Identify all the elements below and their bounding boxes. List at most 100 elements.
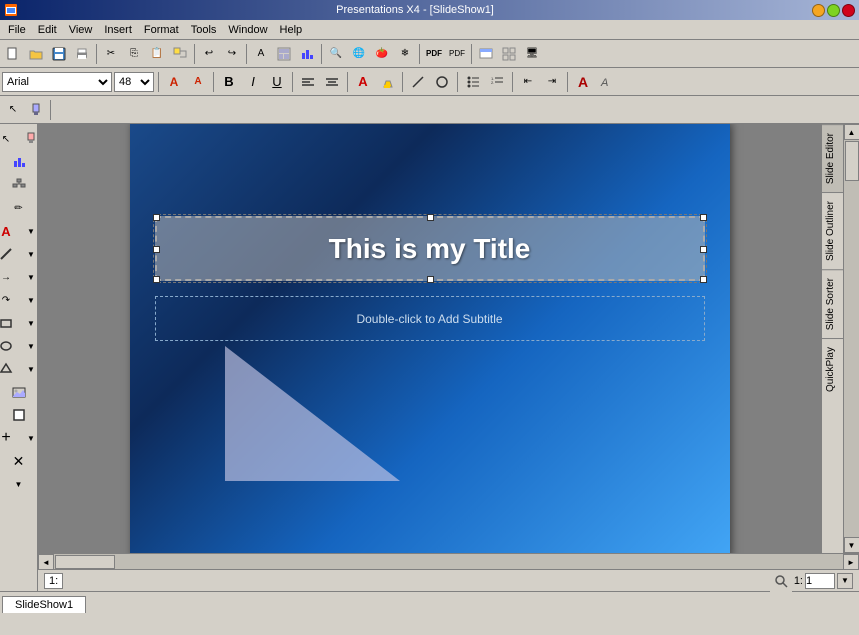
font-color-button[interactable]: A — [352, 71, 374, 93]
slideshow1-tab[interactable]: SlideShow1 — [2, 596, 86, 613]
paint-tool[interactable] — [19, 128, 38, 150]
paint-button[interactable] — [25, 99, 47, 121]
increase-indent-button[interactable]: ⇥ — [541, 71, 563, 93]
line-button[interactable] — [407, 71, 429, 93]
underline-button[interactable]: U — [266, 71, 288, 93]
polygon-tool[interactable] — [0, 358, 18, 380]
hscroll-right-arrow[interactable]: ► — [843, 554, 859, 570]
org-chart-tool[interactable] — [7, 174, 31, 196]
handle-top-mid[interactable] — [427, 214, 434, 221]
hscroll-thumb[interactable] — [55, 555, 115, 569]
handle-mid-left[interactable] — [153, 246, 160, 253]
cross-tool[interactable]: ✕ — [7, 450, 31, 472]
ellipse-tool[interactable] — [0, 335, 18, 357]
cut-button[interactable]: ✂ — [100, 43, 122, 65]
format-painter-button[interactable] — [169, 43, 191, 65]
font-shrink-button[interactable]: A — [187, 71, 209, 93]
menu-help[interactable]: Help — [274, 20, 309, 39]
handle-mid-right[interactable] — [700, 246, 707, 253]
undo-button[interactable]: ↩ — [198, 43, 220, 65]
font-grow-button[interactable]: A — [163, 71, 185, 93]
monitor-button[interactable]: 🖥 — [521, 43, 543, 65]
ellipse-options-tool[interactable]: ▼ — [19, 335, 38, 357]
maximize-button[interactable] — [827, 4, 840, 17]
redo-button[interactable]: ↪ — [221, 43, 243, 65]
line-options-tool[interactable]: ▼ — [19, 243, 38, 265]
bar-chart-tool[interactable] — [7, 151, 31, 173]
page-dropdown-arrow[interactable]: ▼ — [837, 573, 853, 589]
menu-format[interactable]: Format — [138, 20, 185, 39]
pdf-button[interactable]: PDF — [423, 43, 445, 65]
menu-view[interactable]: View — [63, 20, 99, 39]
slide-layout-button[interactable] — [273, 43, 295, 65]
copy-button[interactable]: ⎘ — [123, 43, 145, 65]
minimize-button[interactable] — [812, 4, 825, 17]
vertical-scrollbar[interactable]: ▲ ▼ — [843, 124, 859, 553]
scroll-track[interactable] — [844, 140, 859, 537]
arrow-right-tool[interactable]: → — [0, 266, 18, 288]
menu-tools[interactable]: Tools — [185, 20, 223, 39]
title-textbox[interactable]: This is my Title — [155, 216, 705, 281]
open-button[interactable] — [25, 43, 47, 65]
align-center-button[interactable] — [321, 71, 343, 93]
slide-editor-tab[interactable]: Slide Editor — [822, 124, 843, 192]
close-button[interactable] — [842, 4, 855, 17]
highlight-button[interactable] — [376, 71, 398, 93]
pencil-tool[interactable]: ✏ — [7, 197, 31, 219]
grid-button[interactable] — [498, 43, 520, 65]
chart-button[interactable] — [296, 43, 318, 65]
arrow-options-tool[interactable]: ▼ — [19, 266, 38, 288]
text-options-tool[interactable]: ▼ — [19, 220, 38, 242]
bold-button[interactable]: B — [218, 71, 240, 93]
white-rect-tool[interactable] — [7, 404, 31, 426]
scroll-up-arrow[interactable]: ▲ — [844, 124, 859, 140]
select-tool[interactable]: ↖ — [0, 128, 18, 150]
plus-tool[interactable]: + — [0, 427, 18, 449]
page-input[interactable] — [805, 573, 835, 589]
snowflake-button[interactable]: ❄ — [394, 43, 416, 65]
text-button[interactable]: A — [250, 43, 272, 65]
tomato-button[interactable]: 🍅 — [371, 43, 393, 65]
shape-button[interactable] — [431, 71, 453, 93]
image-tool[interactable] — [7, 381, 31, 403]
slide-outliner-tab[interactable]: Slide Outliner — [822, 192, 843, 269]
curved-arrow-tool[interactable]: ↷ — [0, 289, 18, 311]
handle-bot-left[interactable] — [153, 276, 160, 283]
hscroll-left-arrow[interactable]: ◄ — [38, 554, 54, 570]
scroll-down-arrow[interactable]: ▼ — [844, 537, 859, 553]
hscroll-track[interactable] — [54, 554, 843, 570]
print-button[interactable] — [71, 43, 93, 65]
window-controls[interactable] — [812, 4, 855, 17]
quickplay-tab[interactable]: QuickPlay — [822, 338, 843, 400]
italic-button[interactable]: I — [242, 71, 264, 93]
decrease-indent-button[interactable]: ⇤ — [517, 71, 539, 93]
menu-file[interactable]: File — [2, 20, 32, 39]
zoom-select-button[interactable]: 🔍 — [325, 43, 347, 65]
text-color-a-button[interactable]: A — [572, 71, 594, 93]
font-size-select[interactable]: 48 — [114, 72, 154, 92]
slides-button[interactable] — [475, 43, 497, 65]
zoom-button[interactable] — [770, 570, 792, 592]
internet-button[interactable]: 🌐 — [348, 43, 370, 65]
text-tool[interactable]: A — [0, 220, 18, 242]
subtitle-textbox[interactable]: Double-click to Add Subtitle — [155, 296, 705, 341]
bullets-button[interactable] — [462, 71, 484, 93]
menu-edit[interactable]: Edit — [32, 20, 63, 39]
more-tools[interactable]: ▼ — [7, 473, 31, 495]
font-family-select[interactable]: Arial — [2, 72, 112, 92]
save-button[interactable] — [48, 43, 70, 65]
align-left-button[interactable] — [297, 71, 319, 93]
scroll-thumb[interactable] — [845, 141, 859, 181]
handle-top-left[interactable] — [153, 214, 160, 221]
new-button[interactable] — [2, 43, 24, 65]
handle-bot-mid[interactable] — [427, 276, 434, 283]
slide-sorter-tab[interactable]: Slide Sorter — [822, 269, 843, 338]
polygon-options-tool[interactable]: ▼ — [19, 358, 38, 380]
menu-insert[interactable]: Insert — [98, 20, 138, 39]
shape-tool[interactable] — [0, 312, 18, 334]
handle-bot-right[interactable] — [700, 276, 707, 283]
triangle-shape[interactable] — [225, 346, 400, 481]
curved-options-tool[interactable]: ▼ — [19, 289, 38, 311]
plus-options-tool[interactable]: ▼ — [19, 427, 38, 449]
shape-options-tool[interactable]: ▼ — [19, 312, 38, 334]
